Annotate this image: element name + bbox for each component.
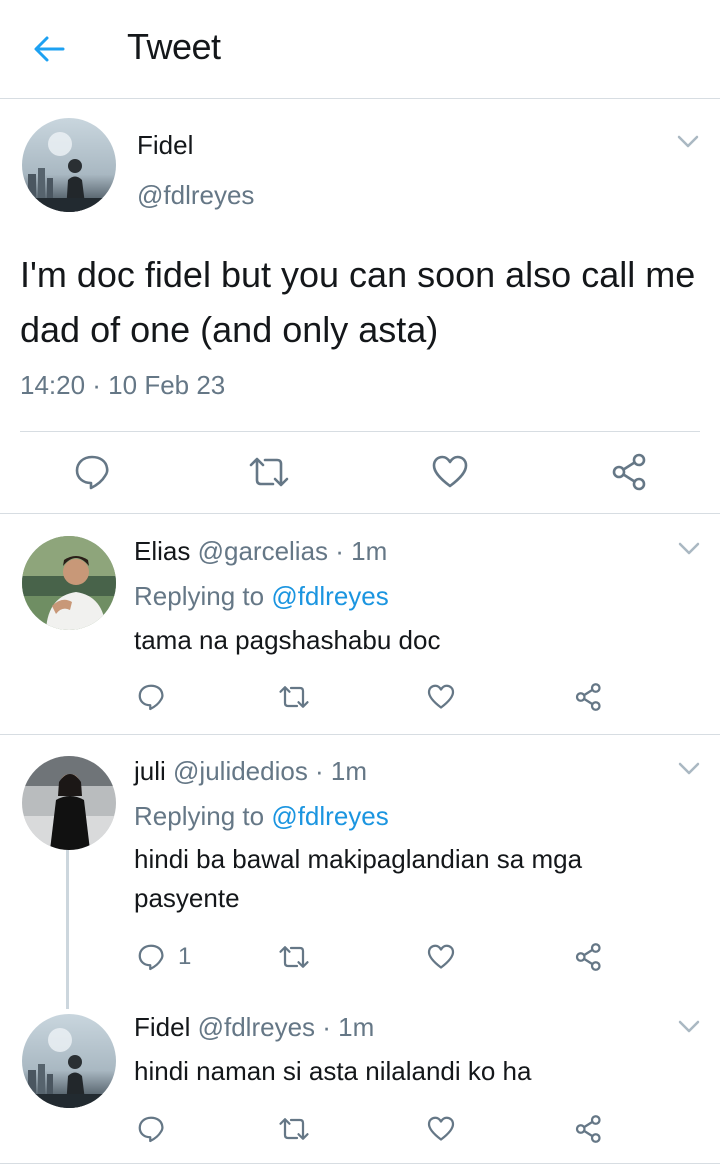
arrow-left-icon bbox=[34, 36, 65, 62]
replying-label: Replying to bbox=[134, 801, 272, 831]
retweet-icon[interactable] bbox=[276, 682, 312, 712]
avatar[interactable] bbox=[22, 756, 116, 850]
reply-icon[interactable] bbox=[136, 942, 166, 972]
reply-icon[interactable] bbox=[136, 682, 166, 712]
reply-tweet[interactable]: Elias @garcelias · 1m Replying to @fdlre… bbox=[0, 515, 720, 735]
chevron-down-icon[interactable] bbox=[678, 762, 700, 776]
share-icon[interactable] bbox=[574, 942, 604, 972]
author-meta[interactable]: @fdlreyes · 1m bbox=[198, 1012, 375, 1042]
like-icon[interactable] bbox=[430, 452, 470, 492]
reply-count: 1 bbox=[178, 943, 192, 970]
page-title: Tweet bbox=[127, 26, 221, 67]
replying-link[interactable]: @fdlreyes bbox=[271, 581, 388, 611]
avatar[interactable] bbox=[22, 118, 116, 212]
retweet-icon[interactable] bbox=[246, 452, 292, 492]
tweet-text: I'm doc fidel but you can soon also call… bbox=[20, 254, 696, 350]
reply-text: tama na pagshashabu doc bbox=[134, 625, 441, 655]
tweet-actions bbox=[0, 448, 720, 498]
author-handle[interactable]: @fdlreyes bbox=[137, 180, 254, 211]
author-name[interactable]: Fidel bbox=[134, 1012, 190, 1042]
bottom-edge bbox=[0, 1164, 720, 1176]
chevron-down-icon[interactable] bbox=[678, 1020, 700, 1034]
reply-text: hindi ba bawal makipaglandian sa mga pas… bbox=[134, 844, 583, 913]
replying-to: Replying to @fdlreyes bbox=[134, 801, 389, 832]
share-icon[interactable] bbox=[574, 1114, 604, 1144]
tweet-timestamp: 14:20 · 10 Feb 23 bbox=[20, 370, 226, 400]
divider bbox=[20, 431, 700, 432]
like-icon[interactable] bbox=[426, 682, 456, 712]
reply-tweet[interactable]: Fidel @fdlreyes · 1m hindi naman si asta… bbox=[0, 1002, 720, 1164]
author-name[interactable]: juli bbox=[134, 756, 166, 786]
avatar-photo bbox=[22, 1014, 116, 1108]
share-icon[interactable] bbox=[610, 452, 650, 492]
top-bar: Tweet bbox=[0, 0, 720, 99]
main-tweet[interactable]: Fidel @fdlreyes I'm doc fidel but you ca… bbox=[0, 100, 720, 514]
avatar-photo bbox=[22, 118, 116, 212]
avatar-photo bbox=[22, 756, 116, 850]
author-name[interactable]: Elias bbox=[134, 536, 190, 566]
avatar-photo bbox=[22, 536, 116, 630]
reply-tweet[interactable]: juli @julidedios · 1m Replying to @fdlre… bbox=[0, 736, 720, 1002]
reply-actions: 1 bbox=[0, 942, 720, 982]
reply-icon[interactable] bbox=[136, 1114, 166, 1144]
avatar[interactable] bbox=[22, 536, 116, 630]
avatar[interactable] bbox=[22, 1014, 116, 1108]
reply-actions bbox=[0, 1114, 720, 1154]
like-icon[interactable] bbox=[426, 1114, 456, 1144]
retweet-icon[interactable] bbox=[276, 1114, 312, 1144]
chevron-down-icon[interactable] bbox=[678, 542, 700, 556]
replying-label: Replying to bbox=[134, 581, 272, 611]
author-name[interactable]: Fidel bbox=[137, 130, 193, 161]
chevron-down-icon[interactable] bbox=[676, 134, 700, 150]
reply-actions bbox=[0, 682, 720, 722]
reply-header: juli @julidedios · 1m bbox=[134, 756, 367, 787]
author-meta[interactable]: @julidedios · 1m bbox=[173, 756, 367, 786]
reply-text: hindi naman si asta nilalandi ko ha bbox=[134, 1056, 532, 1086]
retweet-icon[interactable] bbox=[276, 942, 312, 972]
author-meta[interactable]: @garcelias · 1m bbox=[198, 536, 388, 566]
like-icon[interactable] bbox=[426, 942, 456, 972]
share-icon[interactable] bbox=[574, 682, 604, 712]
back-button[interactable] bbox=[26, 28, 72, 70]
reply-icon[interactable] bbox=[72, 452, 112, 492]
replying-link[interactable]: @fdlreyes bbox=[271, 801, 388, 831]
reply-header: Fidel @fdlreyes · 1m bbox=[134, 1012, 374, 1043]
reply-header: Elias @garcelias · 1m bbox=[134, 536, 387, 567]
replying-to: Replying to @fdlreyes bbox=[134, 581, 389, 612]
